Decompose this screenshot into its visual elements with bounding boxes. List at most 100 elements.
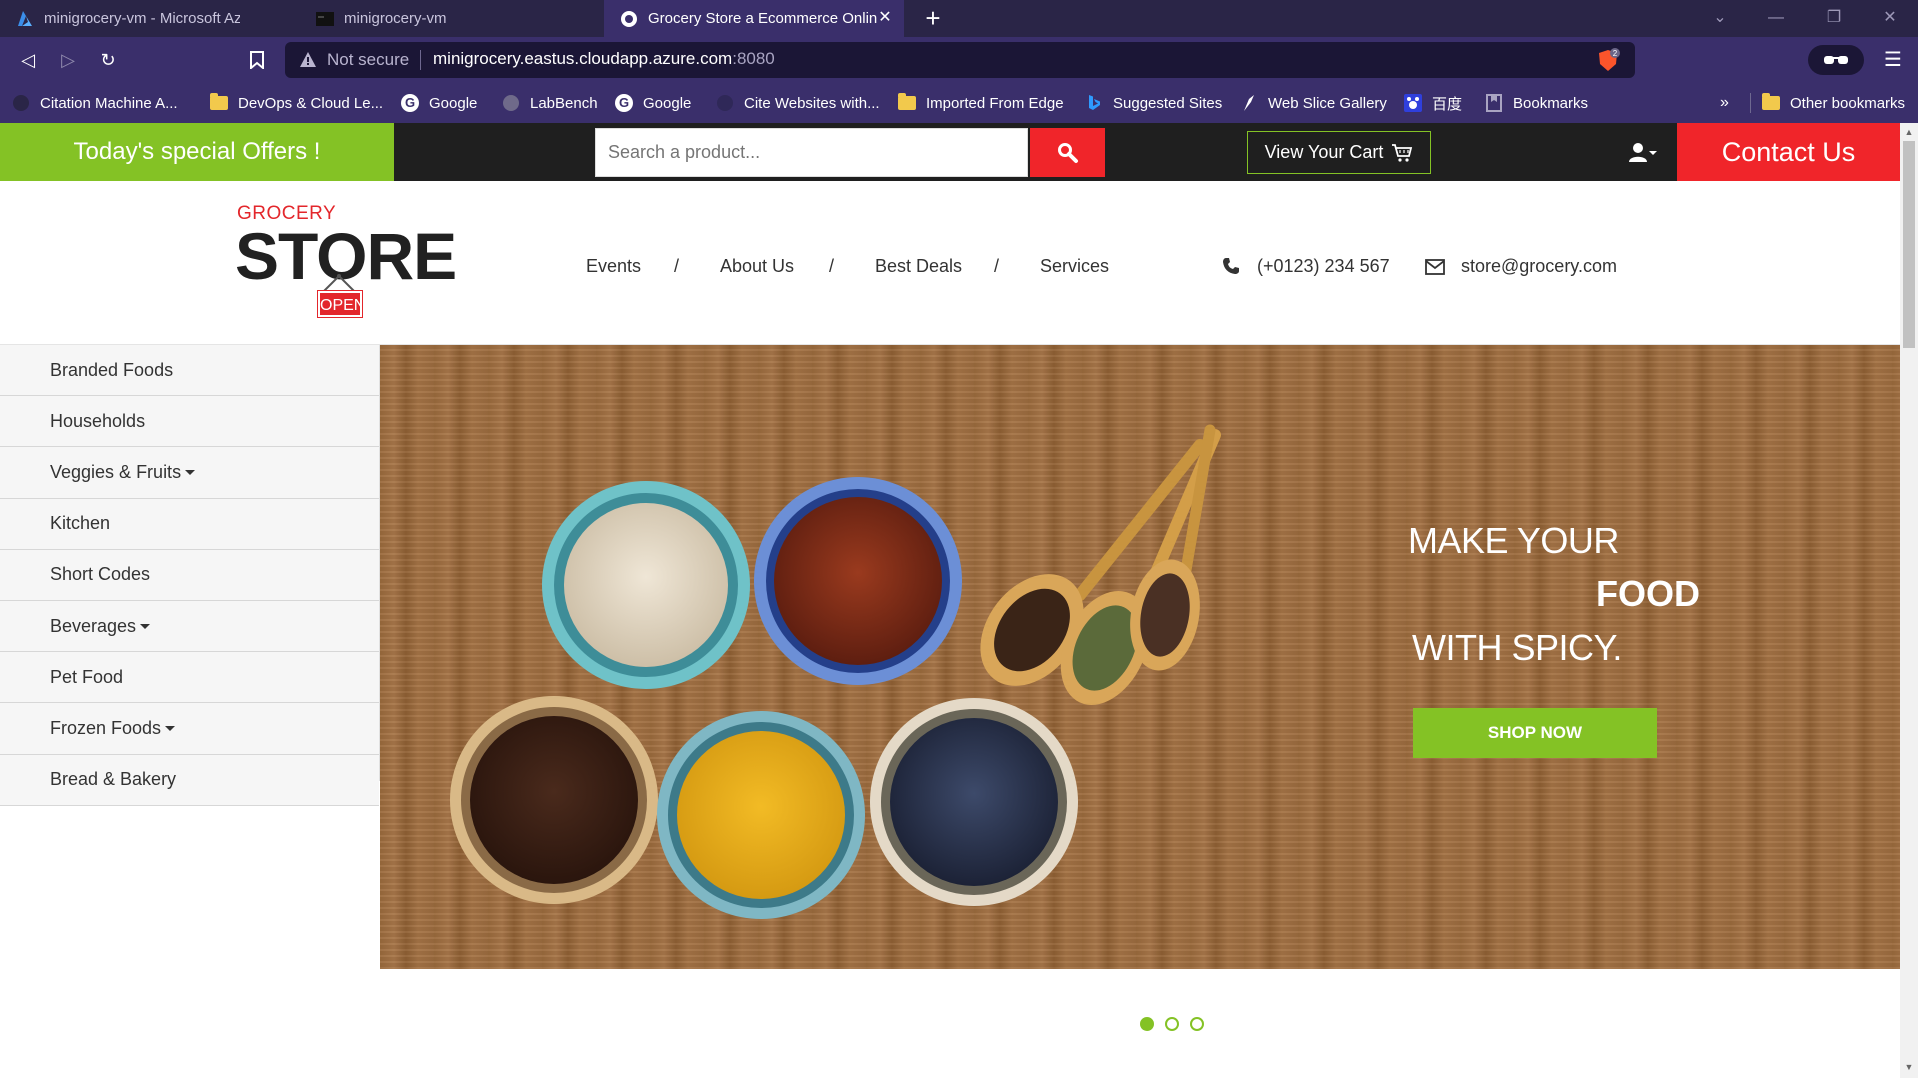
cart-icon bbox=[1392, 143, 1413, 162]
site-header: GROCERY STORE OPEN Events / About Us / B… bbox=[0, 181, 1900, 345]
citation-icon bbox=[12, 94, 30, 112]
category-sidebar: Branded Foods Households Veggies & Fruit… bbox=[0, 345, 380, 806]
svg-text:2: 2 bbox=[1613, 49, 1618, 58]
bookmark-item[interactable]: G Google bbox=[615, 83, 691, 123]
bookmark-label: Google bbox=[643, 94, 692, 112]
contact-us-button[interactable]: Contact Us bbox=[1677, 123, 1900, 181]
restore-icon[interactable]: ❐ bbox=[1814, 4, 1854, 32]
category-kitchen[interactable]: Kitchen bbox=[0, 498, 379, 550]
url-host: minigrocery.eastus.cloudapp.azure.com bbox=[433, 49, 733, 68]
category-label: Kitchen bbox=[50, 513, 111, 534]
bookmark-icon[interactable] bbox=[242, 45, 272, 75]
view-cart-button[interactable]: View Your Cart bbox=[1247, 131, 1431, 174]
address-divider bbox=[420, 50, 421, 70]
shop-now-button[interactable]: SHOP NOW bbox=[1413, 708, 1657, 758]
category-branded-foods[interactable]: Branded Foods bbox=[0, 345, 379, 397]
slider-dot[interactable] bbox=[1140, 1017, 1154, 1031]
user-dropdown[interactable] bbox=[1628, 141, 1658, 165]
user-icon bbox=[1629, 143, 1657, 162]
category-veggies-fruits[interactable]: Veggies & Fruits bbox=[0, 447, 379, 499]
banner-headline-3: WITH SPICY. bbox=[1412, 627, 1622, 668]
nav-separator: / bbox=[994, 256, 1000, 276]
bookmark-label: Suggested Sites bbox=[1113, 94, 1223, 112]
more-bookmarks-chevron[interactable]: » bbox=[1720, 83, 1729, 123]
bookmark-item[interactable]: LabBench bbox=[502, 83, 598, 123]
warning-icon bbox=[300, 52, 316, 67]
bookmark-item[interactable]: Web Slice Gallery bbox=[1240, 83, 1387, 123]
folder-icon bbox=[210, 93, 228, 112]
bookmark-folder[interactable]: DevOps & Cloud Le... bbox=[210, 83, 383, 123]
extension-icon[interactable] bbox=[1808, 45, 1864, 75]
banner-headline-1: MAKE YOUR bbox=[1408, 520, 1619, 561]
bookmark-item[interactable]: 百度 bbox=[1404, 83, 1462, 123]
other-bookmarks[interactable]: Other bookmarks bbox=[1762, 83, 1905, 123]
product-search-input[interactable] bbox=[595, 128, 1028, 177]
category-bread-bakery[interactable]: Bread & Bakery bbox=[0, 754, 379, 806]
scroll-thumb[interactable] bbox=[1903, 141, 1915, 348]
special-offers-link[interactable]: Today's special Offers ! bbox=[0, 123, 394, 181]
slider-dot[interactable] bbox=[1190, 1017, 1204, 1031]
web-slice-icon bbox=[1240, 94, 1258, 112]
folder-icon bbox=[1762, 93, 1780, 112]
scroll-down-arrow[interactable]: ▼ bbox=[1900, 1062, 1918, 1074]
azure-icon bbox=[16, 10, 34, 28]
google-icon: G bbox=[615, 94, 633, 112]
tab-search-icon[interactable]: ⌄ bbox=[1700, 4, 1740, 32]
category-label: Beverages bbox=[50, 615, 137, 636]
caret-down-icon bbox=[185, 469, 196, 475]
window-close-icon[interactable]: ✕ bbox=[1870, 4, 1910, 32]
nav-about-us[interactable]: About Us bbox=[720, 256, 794, 277]
phone-icon bbox=[1223, 258, 1239, 274]
hero-banner: MAKE YOUR FOOD WITH SPICY. SHOP NOW bbox=[380, 345, 1900, 969]
category-frozen-foods[interactable]: Frozen Foods bbox=[0, 703, 379, 755]
bookmark-folder[interactable]: Imported From Edge bbox=[898, 83, 1064, 123]
tab-title: Grocery Store a Ecommerce Onlin bbox=[648, 10, 878, 27]
bookmark-label: Imported From Edge bbox=[926, 94, 1064, 112]
scroll-up-arrow[interactable]: ▲ bbox=[1900, 127, 1918, 139]
bowl-salt bbox=[542, 481, 750, 689]
search-icon bbox=[1057, 142, 1078, 163]
forward-icon[interactable]: ▷ bbox=[53, 45, 83, 75]
tab-terminal[interactable]: minigrocery-vm bbox=[300, 0, 600, 37]
bowl-chilies bbox=[754, 477, 962, 685]
store-logo[interactable]: GROCERY STORE OPEN bbox=[235, 203, 457, 323]
bookmark-label: 百度 bbox=[1432, 95, 1463, 113]
category-beverages[interactable]: Beverages bbox=[0, 600, 379, 653]
category-households[interactable]: Households bbox=[0, 396, 379, 448]
url-text[interactable]: minigrocery.eastus.cloudapp.azure.com:80… bbox=[433, 49, 775, 69]
phone-number: (+0123) 234 567 bbox=[1257, 256, 1390, 276]
back-icon[interactable]: ◁ bbox=[13, 45, 43, 75]
category-pet-food[interactable]: Pet Food bbox=[0, 652, 379, 704]
reload-icon[interactable]: ↻ bbox=[93, 45, 123, 75]
new-tab-button[interactable]: + bbox=[918, 3, 948, 33]
bookmark-item[interactable]: G Google bbox=[401, 83, 477, 123]
brave-shield-icon[interactable]: 2 bbox=[1595, 48, 1621, 74]
nav-best-deals[interactable]: Best Deals bbox=[875, 256, 962, 277]
browser-menu-icon[interactable]: ☰ bbox=[1878, 45, 1908, 75]
bookmark-divider bbox=[1750, 93, 1751, 113]
bookmark-item[interactable]: Bookmarks bbox=[1485, 83, 1588, 123]
category-short-codes[interactable]: Short Codes bbox=[0, 549, 379, 601]
folder-icon bbox=[898, 93, 916, 112]
page-scrollbar[interactable]: ▲ ▼ bbox=[1900, 123, 1918, 1078]
close-icon[interactable]: ✕ bbox=[876, 9, 894, 27]
bookmark-label: Google bbox=[429, 94, 478, 112]
open-sign-icon: OPEN bbox=[313, 273, 365, 319]
nav-events[interactable]: Events bbox=[586, 256, 641, 277]
bookmark-label: Bookmarks bbox=[1513, 94, 1589, 112]
bookmark-label: Cite Websites with... bbox=[744, 94, 880, 112]
search-button[interactable] bbox=[1030, 128, 1105, 177]
bookmark-item[interactable]: Suggested Sites bbox=[1085, 83, 1222, 123]
address-bar[interactable]: Not secure minigrocery.eastus.cloudapp.a… bbox=[285, 42, 1635, 78]
tab-grocery-store[interactable]: Grocery Store a Ecommerce Onlin ✕ bbox=[604, 0, 904, 37]
nav-services[interactable]: Services bbox=[1040, 256, 1109, 277]
bookmark-item[interactable]: Cite Websites with... bbox=[716, 83, 880, 123]
slider-dot[interactable] bbox=[1165, 1017, 1179, 1031]
email-address[interactable]: store@grocery.com bbox=[1461, 256, 1617, 277]
bookmark-label: Other bookmarks bbox=[1790, 94, 1906, 112]
bookmark-item[interactable]: Citation Machine A... bbox=[12, 83, 178, 123]
mail-icon bbox=[1425, 259, 1445, 275]
minimize-icon[interactable]: — bbox=[1756, 4, 1796, 32]
tab-azure[interactable]: minigrocery-vm - Microsoft Azure bbox=[0, 0, 240, 37]
caret-down-icon bbox=[140, 623, 151, 629]
